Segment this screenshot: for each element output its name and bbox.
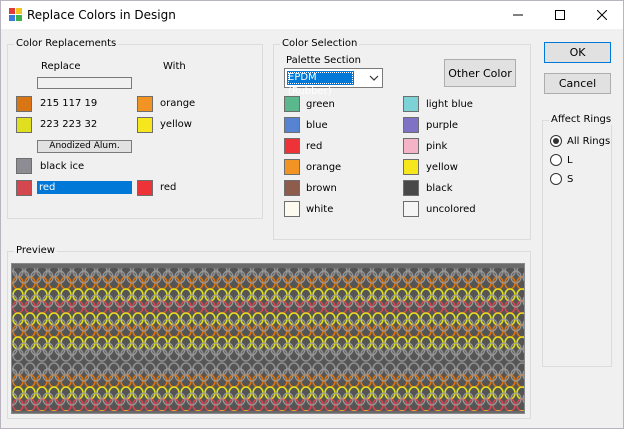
with-swatch[interactable] (137, 117, 153, 133)
window-title: Replace Colors in Design (27, 8, 176, 22)
color-selection-legend: Color Selection (280, 38, 360, 49)
ok-button[interactable]: OK (544, 42, 611, 63)
replace-swatch (16, 96, 32, 112)
title-bar[interactable]: Replace Colors in Design (1, 1, 623, 29)
palette-section-value: EPDM (Rubber) (287, 71, 354, 97)
palette-section-select[interactable]: EPDM (Rubber) (284, 68, 383, 97)
color-swatch (284, 138, 300, 154)
color-label: yellow (426, 162, 458, 173)
color-label: red (306, 141, 323, 152)
color-label: purple (426, 120, 459, 131)
replace-label: 215 117 19 (40, 98, 98, 109)
with-swatch[interactable] (137, 180, 153, 196)
cancel-button[interactable]: Cancel (544, 73, 611, 94)
radio-label: All Rings (567, 136, 611, 147)
replacement-header-slot[interactable] (37, 77, 132, 89)
minimize-icon (513, 14, 523, 16)
replace-swatch (16, 180, 32, 196)
replace-label: 223 223 32 (40, 119, 98, 130)
radio-label: L (567, 155, 573, 166)
color-swatch (403, 117, 419, 133)
color-label: black (426, 183, 453, 194)
affect-rings-legend: Affect Rings (549, 114, 614, 125)
color-label: brown (306, 183, 337, 194)
color-swatch (403, 138, 419, 154)
chainmail-preview-image (12, 264, 524, 413)
with-label: orange (160, 98, 196, 109)
preview-legend: Preview (14, 245, 57, 256)
with-label: yellow (160, 119, 192, 130)
color-swatch (284, 180, 300, 196)
color-swatch (403, 180, 419, 196)
minimize-button[interactable] (497, 1, 539, 29)
radio-label: S (567, 174, 574, 185)
radio-button[interactable] (550, 154, 562, 166)
app-icon (9, 8, 22, 21)
maximize-icon (555, 10, 565, 20)
color-swatch (403, 201, 419, 217)
color-swatch (284, 96, 300, 112)
replace-label: black ice (40, 161, 85, 172)
preview-canvas[interactable] (11, 263, 525, 414)
replace-swatch (16, 158, 32, 174)
color-label: white (306, 204, 334, 215)
dialog-window: Replace Colors in Design Color Replaceme… (0, 0, 624, 429)
color-label: pink (426, 141, 448, 152)
color-replacements-legend: Color Replacements (14, 38, 119, 49)
color-label: uncolored (426, 204, 476, 215)
anodized-alum-button[interactable]: Anodized Alum. (37, 140, 132, 153)
color-swatch (284, 201, 300, 217)
chevron-down-icon (369, 75, 379, 81)
color-swatch (403, 159, 419, 175)
close-button[interactable] (581, 1, 623, 29)
color-label: blue (306, 120, 328, 131)
with-label: red (160, 182, 177, 193)
with-header: With (163, 61, 186, 72)
replace-header: Replace (41, 61, 81, 72)
color-label: light blue (426, 99, 473, 110)
with-swatch[interactable] (137, 96, 153, 112)
color-swatch (284, 159, 300, 175)
selected-replace-label[interactable]: red (37, 181, 132, 194)
color-label: green (306, 99, 335, 110)
color-label: orange (306, 162, 342, 173)
radio-button[interactable] (550, 135, 562, 147)
color-swatch (403, 96, 419, 112)
other-color-button[interactable]: Other Color (444, 59, 516, 87)
color-swatch (284, 117, 300, 133)
maximize-button[interactable] (539, 1, 581, 29)
replace-swatch (16, 117, 32, 133)
close-icon (597, 10, 607, 20)
palette-section-label: Palette Section (286, 55, 361, 66)
radio-button[interactable] (550, 173, 562, 185)
